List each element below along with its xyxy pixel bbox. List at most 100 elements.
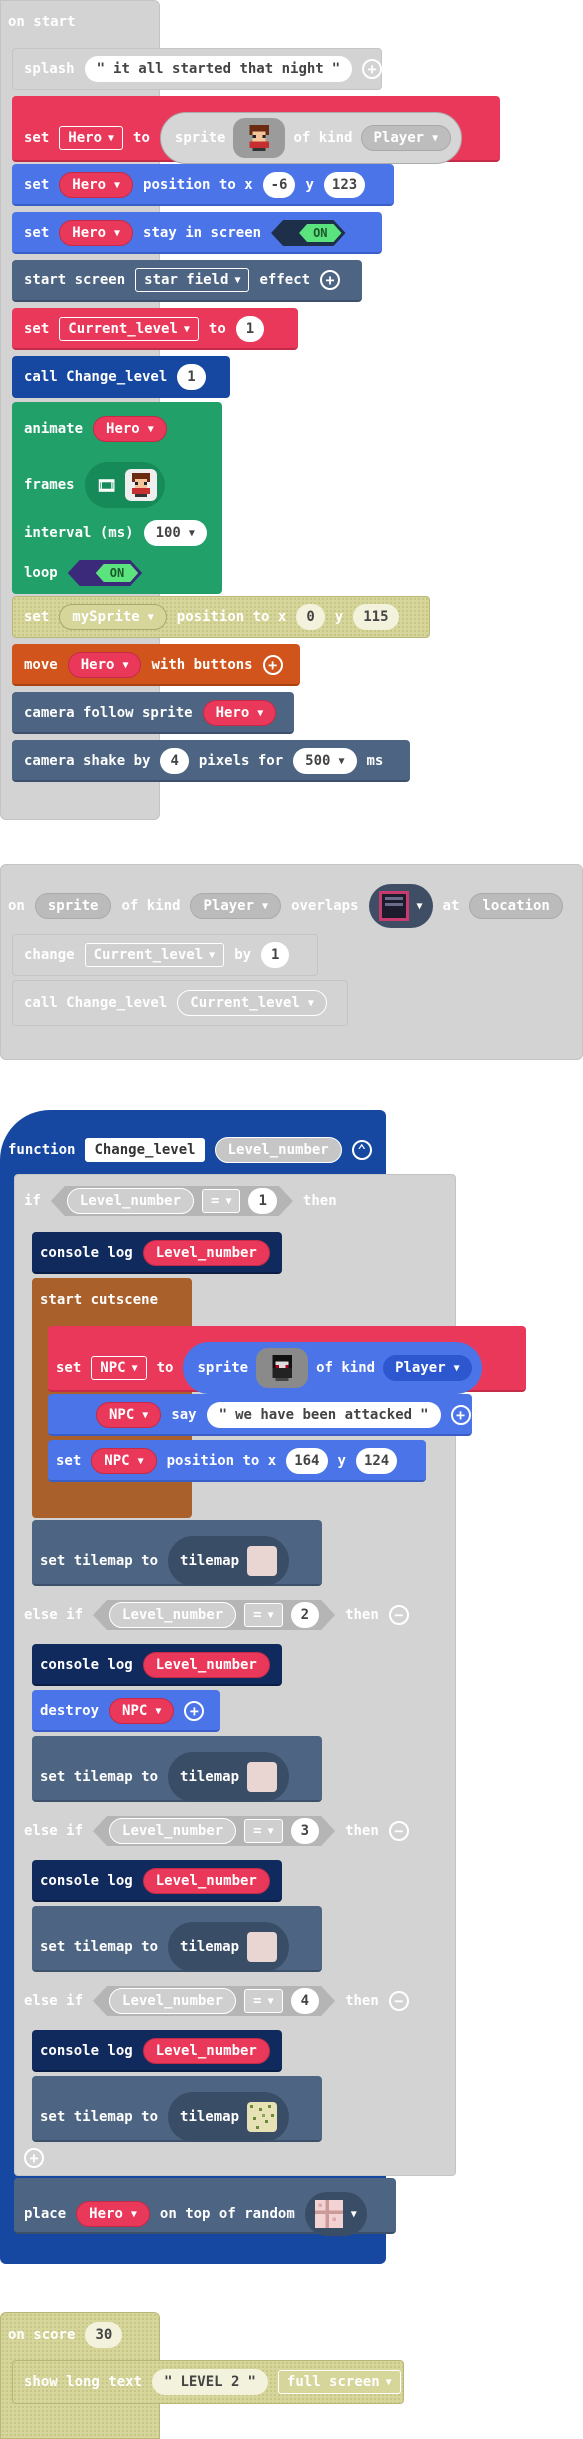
x-input[interactable]: 0 [296, 604, 325, 630]
sprite-of-kind-reporter[interactable]: sprite of kind Player ▼ [159, 112, 463, 164]
tilemap-reporter[interactable]: tilemap [168, 1922, 290, 1972]
sprite-image-picker[interactable] [256, 1348, 309, 1388]
current-level-dropdown[interactable]: Current_level ▼ [59, 317, 199, 341]
condition-3[interactable]: Level_number = ▼ 3 [93, 1816, 335, 1846]
compare-dropdown[interactable]: = ▼ [244, 1603, 282, 1627]
function-name-input[interactable]: Change_level [85, 1138, 205, 1162]
compare-value: 4 [300, 1993, 310, 2009]
tile-picker[interactable]: ▼ [368, 884, 433, 928]
tilemap-thumbnail[interactable] [247, 1546, 278, 1576]
shake-duration-dropdown[interactable]: 500 ▼ [293, 748, 357, 774]
splash-text-input[interactable]: " it all started that night " [84, 56, 353, 82]
remove-icon[interactable]: − [388, 1991, 409, 2011]
shake-amount-input[interactable]: 4 [160, 748, 189, 774]
current-level-dropdown[interactable]: Current_level ▼ [84, 943, 225, 967]
score-value: 30 [95, 2327, 113, 2343]
npc-variable-dropdown[interactable]: NPC ▼ [109, 1698, 175, 1724]
compare-value-input[interactable]: 1 [248, 1188, 276, 1214]
hero-variable-dropdown[interactable]: Hero ▼ [59, 220, 134, 246]
npc-var-text: NPC [122, 1703, 148, 1719]
remove-icon[interactable]: − [388, 1605, 409, 1625]
add-icon[interactable]: + [450, 1405, 471, 1425]
remove-icon[interactable]: − [388, 1821, 409, 1841]
cutscene-label: start cutscene [40, 1292, 159, 1308]
sprite-image-picker[interactable] [233, 118, 286, 158]
on-top-label: on top of random [159, 2206, 295, 2222]
compare-dropdown[interactable]: = ▼ [244, 1989, 282, 2013]
y-input[interactable]: 115 [353, 604, 399, 630]
y-value: 115 [363, 609, 389, 625]
add-icon[interactable]: + [320, 270, 341, 290]
stay-toggle[interactable]: ON [271, 220, 345, 246]
add-else-icon[interactable]: + [24, 2148, 44, 2168]
condition-2[interactable]: Level_number = ▼ 2 [93, 1600, 335, 1630]
tilemap-reporter[interactable]: tilemap [168, 1536, 290, 1586]
interval-dropdown[interactable]: 100 ▼ [143, 520, 207, 546]
hero-variable-dropdown[interactable]: Hero ▼ [59, 126, 124, 150]
tile-picker[interactable]: ▼ [304, 2192, 367, 2236]
location-param[interactable]: location [469, 893, 563, 919]
level-number-reporter[interactable]: Level_number [142, 1240, 270, 1266]
level-number-reporter[interactable]: Level_number [109, 1818, 236, 1844]
change-amount-input[interactable]: 1 [261, 942, 290, 968]
tilemap-reporter[interactable]: tilemap [168, 1752, 290, 1802]
compare-dropdown[interactable]: = ▼ [244, 1819, 282, 1843]
level-number-reporter[interactable]: Level_number [109, 1988, 236, 2014]
loop-toggle[interactable]: ON [68, 560, 142, 586]
kind-dropdown[interactable]: Player ▼ [190, 893, 282, 919]
add-icon[interactable]: + [184, 1701, 205, 1721]
compare-value-input[interactable]: 4 [291, 1988, 319, 2014]
on-label: on [8, 898, 25, 914]
hero-variable-dropdown[interactable]: Hero ▼ [67, 652, 142, 678]
level-value-input[interactable]: 1 [235, 316, 265, 342]
hero-var-text: Hero [215, 705, 250, 721]
sprite-param[interactable]: sprite [34, 893, 112, 919]
effect-dropdown[interactable]: star field ▼ [135, 268, 250, 292]
x-input[interactable]: 164 [286, 1448, 328, 1474]
y-input[interactable]: 123 [323, 172, 366, 198]
compare-value-input[interactable]: 2 [291, 1602, 319, 1628]
hero-variable-dropdown[interactable]: Hero ▼ [202, 700, 277, 726]
collapse-icon[interactable]: ⌃ [351, 1140, 372, 1160]
hero-variable-dropdown[interactable]: Hero ▼ [76, 2201, 150, 2227]
display-mode-dropdown[interactable]: full screen ▼ [277, 2370, 401, 2394]
toggle-on-label: ON [96, 564, 138, 582]
sprite-param-text: sprite [47, 898, 99, 914]
caret-down-icon: ▼ [234, 274, 241, 286]
compare-value-input[interactable]: 3 [291, 1818, 319, 1844]
compare-dropdown[interactable]: = ▼ [202, 1189, 240, 1213]
kind-dropdown[interactable]: Player ▼ [383, 1355, 472, 1381]
level-number-reporter[interactable]: Level_number [142, 2038, 270, 2064]
call-arg-input[interactable]: 1 [177, 364, 206, 390]
add-icon[interactable]: + [362, 59, 383, 79]
level-number-reporter[interactable]: Level_number [67, 1188, 194, 1214]
npc-variable-dropdown[interactable]: NPC ▼ [96, 1402, 162, 1428]
npc-variable-dropdown[interactable]: NPC ▼ [91, 1356, 147, 1380]
npc-var-text: NPC [100, 1360, 126, 1376]
score-value-input[interactable]: 30 [85, 2322, 123, 2348]
level-number-reporter[interactable]: Level_number [109, 1602, 236, 1628]
hero-variable-dropdown[interactable]: Hero ▼ [93, 416, 167, 442]
x-input[interactable]: -6 [262, 172, 296, 198]
npc-variable-dropdown[interactable]: NPC ▼ [91, 1448, 157, 1474]
condition-1[interactable]: Level_number = ▼ 1 [51, 1186, 293, 1216]
mysprite-variable-dropdown[interactable]: mySprite ▼ [59, 604, 167, 630]
level-number-reporter[interactable]: Level_number [142, 1868, 270, 1894]
tilemap-reporter[interactable]: tilemap [168, 2092, 290, 2142]
param-level-number[interactable]: Level_number [214, 1137, 342, 1163]
add-icon[interactable]: + [262, 655, 283, 675]
kind-dropdown[interactable]: Player ▼ [360, 125, 452, 151]
hero-variable-dropdown[interactable]: Hero ▼ [59, 172, 134, 198]
tilemap-thumbnail[interactable] [247, 1762, 278, 1792]
say-text-input[interactable]: " we have been attacked " [206, 1402, 441, 1428]
condition-4[interactable]: Level_number = ▼ 4 [93, 1986, 335, 2016]
level-number-reporter[interactable]: Level_number [142, 1652, 270, 1678]
kind-text: Player [395, 1360, 446, 1376]
current-level-reporter[interactable]: Current_level ▼ [177, 990, 327, 1016]
y-input[interactable]: 124 [355, 1448, 398, 1474]
tilemap-thumbnail[interactable] [247, 1932, 278, 1962]
frames-picker[interactable]: 🎞 [84, 462, 165, 508]
sprite-of-kind-reporter[interactable]: sprite of kind Player ▼ [183, 1342, 482, 1394]
tilemap-thumbnail[interactable] [247, 2102, 278, 2132]
long-text-input[interactable]: " LEVEL 2 " [152, 2369, 268, 2395]
